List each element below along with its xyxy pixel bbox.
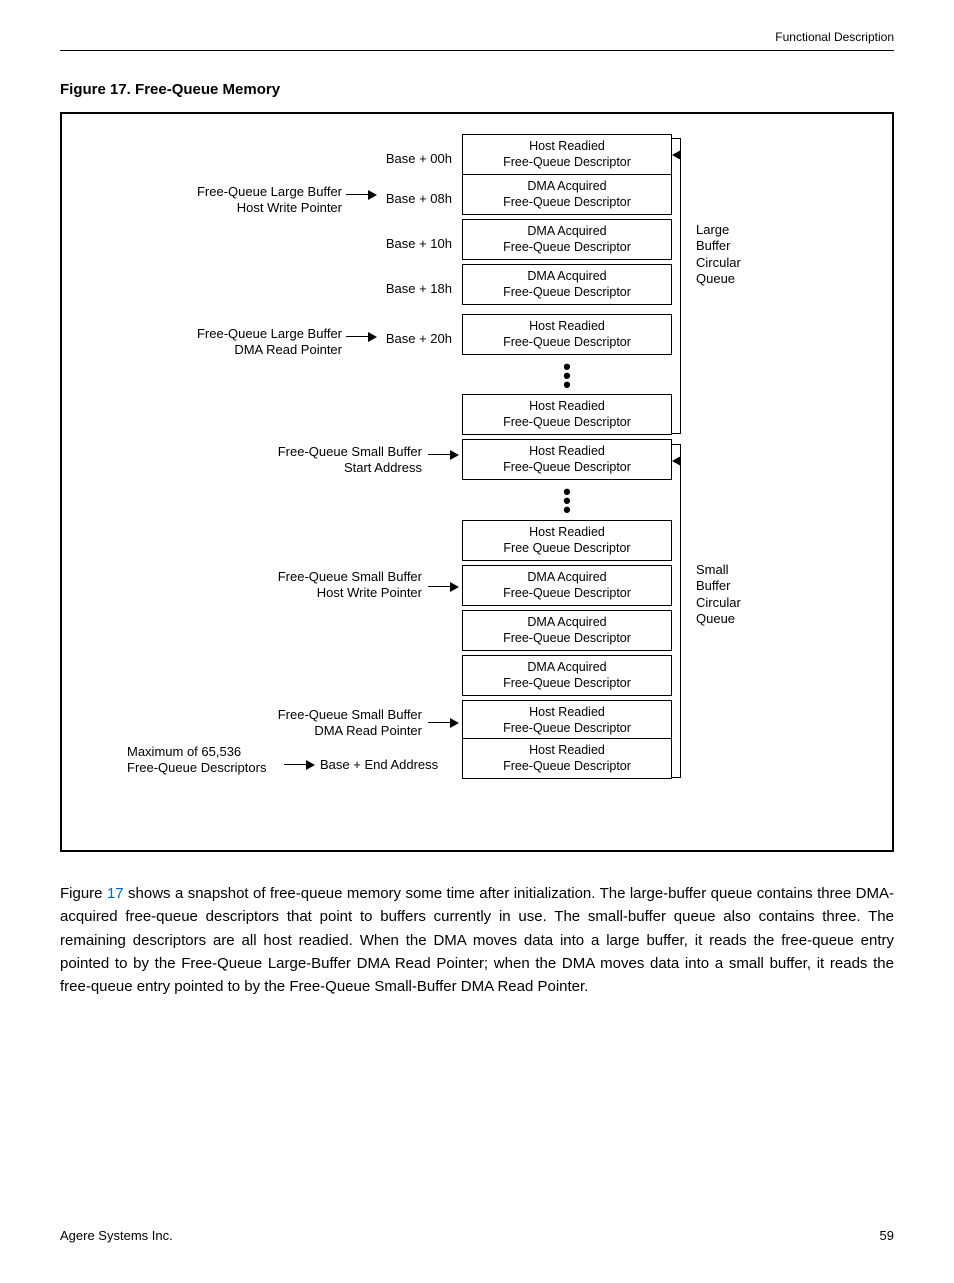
addr: Base + 00h xyxy=(362,151,452,166)
desc-box: Host ReadiedFree Queue Descriptor xyxy=(462,520,672,561)
desc-box: DMA AcquiredFree-Queue Descriptor xyxy=(462,219,672,260)
desc-box: DMA AcquiredFree-Queue Descriptor xyxy=(462,264,672,305)
desc-box: DMA AcquiredFree-Queue Descriptor xyxy=(462,655,672,696)
desc-box: Host ReadiedFree-Queue Descriptor xyxy=(462,134,672,175)
figure-frame: Free-Queue Large BufferHost Write Pointe… xyxy=(60,112,894,852)
lbl-maximum: Maximum of 65,536Free-Queue Descriptors xyxy=(127,744,327,777)
desc-box: DMA AcquiredFree-Queue Descriptor xyxy=(462,565,672,606)
lbl-small-hostwrite: Free-Queue Small BufferHost Write Pointe… xyxy=(182,569,422,602)
arrow-icon xyxy=(428,586,458,587)
header-rule xyxy=(60,50,894,51)
desc-box: DMA AcquiredFree-Queue Descriptor xyxy=(462,610,672,651)
lbl-large-dmaread: Free-Queue Large BufferDMA Read Pointer xyxy=(102,326,342,359)
arrow-icon xyxy=(428,454,458,455)
footer-page: 59 xyxy=(880,1228,894,1243)
ellipsis-icon: ••• xyxy=(462,362,672,389)
addr: Base + 10h xyxy=(362,236,452,251)
rlabel-large: LargeBufferCircularQueue xyxy=(696,222,741,287)
page-footer: Agere Systems Inc. 59 xyxy=(60,1228,894,1243)
figure-title: Figure 17. Free-Queue Memory xyxy=(60,81,894,98)
desc-box: Host ReadiedFree-Queue Descriptor xyxy=(462,394,672,435)
body-paragraph: Figure 17 shows a snapshot of free-queue… xyxy=(60,882,894,998)
figure-ref-link[interactable]: 17 xyxy=(107,885,124,902)
footer-doc: Agere Systems Inc. xyxy=(60,1228,173,1243)
desc-box: Host ReadiedFree-Queue Descriptor xyxy=(462,439,672,480)
lbl-end-addr: Base + End Address xyxy=(320,757,438,773)
ellipsis-icon: ••• xyxy=(462,487,672,514)
addr: Base + 18h xyxy=(362,281,452,296)
addr: Base + 20h xyxy=(362,331,452,346)
bracket-small xyxy=(680,444,681,778)
arrow-icon xyxy=(284,764,314,765)
desc-box: Host ReadiedFree-Queue Descriptor xyxy=(462,314,672,355)
lbl-small-start: Free-Queue Small BufferStart Address xyxy=(182,444,422,477)
bracket-large xyxy=(680,138,681,434)
arrow-icon xyxy=(428,722,458,723)
desc-box: DMA AcquiredFree-Queue Descriptor xyxy=(462,174,672,215)
desc-box: Host ReadiedFree-Queue Descriptor xyxy=(462,738,672,779)
addr: Base + 08h xyxy=(362,191,452,206)
lbl-large-hostwrite: Free-Queue Large BufferHost Write Pointe… xyxy=(102,184,342,217)
lbl-small-dmaread: Free-Queue Small BufferDMA Read Pointer xyxy=(182,707,422,740)
desc-box: Host ReadiedFree-Queue Descriptor xyxy=(462,700,672,741)
rlabel-small: SmallBufferCircularQueue xyxy=(696,562,741,627)
page-header: Functional Description xyxy=(60,30,894,44)
